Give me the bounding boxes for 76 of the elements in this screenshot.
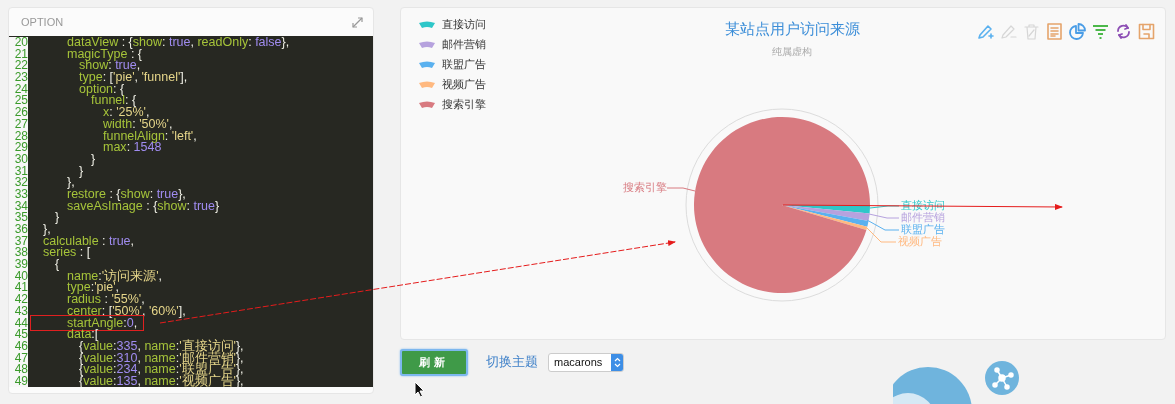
code-line: radius : '55%', bbox=[66, 294, 145, 306]
line-number: 23 bbox=[9, 72, 28, 84]
legend-item[interactable]: 邮件营销 bbox=[419, 37, 725, 53]
line-number: 48 bbox=[9, 364, 28, 376]
code-line: x: '25%', bbox=[102, 107, 150, 119]
legend-item[interactable]: 视频广告 bbox=[419, 77, 725, 93]
network-icon[interactable] bbox=[985, 361, 1019, 395]
line-number: 39 bbox=[9, 259, 28, 271]
pie-slice[interactable] bbox=[694, 117, 870, 293]
toolbar-button[interactable] bbox=[1091, 22, 1109, 40]
code-line: } bbox=[54, 212, 60, 224]
legend-item[interactable]: 直接访问 bbox=[419, 17, 725, 33]
line-number: 22 bbox=[9, 60, 28, 73]
funnel-icon bbox=[1091, 22, 1109, 40]
legend-item[interactable]: 搜索引擎 bbox=[419, 97, 725, 113]
code-line: max: 1548 bbox=[102, 142, 162, 154]
save-icon bbox=[1137, 22, 1155, 40]
code-line: width: '50%', bbox=[102, 118, 173, 131]
pie-chart-icon bbox=[1068, 22, 1086, 40]
code-line: {value:135, name:'视频广告'}, bbox=[78, 375, 244, 387]
line-number: 45 bbox=[9, 329, 28, 341]
code-line: type: ['pie', 'funnel'], bbox=[78, 72, 188, 84]
code-line: } bbox=[78, 165, 84, 178]
trash-icon bbox=[1022, 22, 1040, 40]
theme-link[interactable]: 切换主题 bbox=[486, 353, 538, 371]
code-line: series : [ bbox=[42, 247, 91, 260]
code-line: calculable : true, bbox=[42, 235, 135, 248]
pie-label: 联盟广告 bbox=[901, 223, 945, 235]
leader-line bbox=[865, 226, 897, 243]
document-icon bbox=[1045, 22, 1063, 40]
pie-label: 视频广告 bbox=[898, 235, 942, 247]
code-line: } bbox=[90, 153, 96, 166]
line-number: 25 bbox=[9, 95, 28, 108]
toolbar-button[interactable] bbox=[976, 22, 994, 40]
expand-icon[interactable] bbox=[352, 16, 363, 28]
toolbar-button[interactable] bbox=[1068, 22, 1086, 40]
code-line: name:'访问来源', bbox=[66, 270, 163, 283]
code-line: dataView : {show: true, readOnly: false}, bbox=[66, 37, 290, 49]
pencil-plus-icon bbox=[976, 22, 994, 40]
code-line: }, bbox=[42, 224, 51, 236]
line-number: 42 bbox=[9, 294, 28, 306]
toolbar-button[interactable] bbox=[1114, 22, 1132, 40]
line-number: 38 bbox=[9, 247, 28, 260]
line-number: 32 bbox=[9, 177, 28, 189]
line-number: 41 bbox=[9, 282, 28, 295]
leader-line bbox=[869, 205, 900, 209]
pie-label: 邮件营销 bbox=[901, 211, 945, 223]
refresh-button[interactable]: 刷新 bbox=[400, 348, 468, 376]
select-arrows-icon bbox=[613, 356, 621, 368]
refresh-icon bbox=[1114, 22, 1132, 40]
theme-select[interactable]: macarons bbox=[548, 352, 624, 372]
code-line: type:'pie', bbox=[66, 282, 120, 295]
chart-subtitle: 纯属虚构 bbox=[772, 45, 812, 59]
code-line: restore : {show: true}, bbox=[66, 188, 186, 201]
line-number: 35 bbox=[9, 212, 28, 224]
pie-label: 搜索引擎 bbox=[623, 181, 667, 193]
mouse-cursor-icon bbox=[414, 381, 426, 399]
code-line: magicType : { bbox=[66, 48, 143, 61]
line-number: 29 bbox=[9, 142, 28, 154]
code-line: {value:234, name:'联盟广告'}, bbox=[78, 364, 244, 376]
leader-line bbox=[666, 187, 696, 192]
line-number: 36 bbox=[9, 224, 28, 236]
panel-title: OPTION bbox=[21, 16, 64, 28]
code-line: { bbox=[54, 259, 60, 271]
code-line: }, bbox=[66, 177, 75, 189]
code-line: option: { bbox=[78, 83, 125, 96]
chart-title: 某站点用户访问来源 bbox=[724, 20, 860, 39]
code-line: saveAsImage : {show: true} bbox=[66, 200, 220, 213]
code-line: funnel: { bbox=[91, 95, 137, 108]
line-number: 26 bbox=[9, 107, 28, 119]
legend-item[interactable]: 联盟广告 bbox=[419, 57, 725, 73]
line-number: 20 bbox=[9, 37, 28, 49]
code-line: startAngle:0, bbox=[28, 317, 144, 330]
code-line: data:[ bbox=[66, 329, 99, 341]
code-line: funnelAlign: 'left', bbox=[102, 130, 197, 143]
code-line: show: true, bbox=[79, 60, 141, 73]
